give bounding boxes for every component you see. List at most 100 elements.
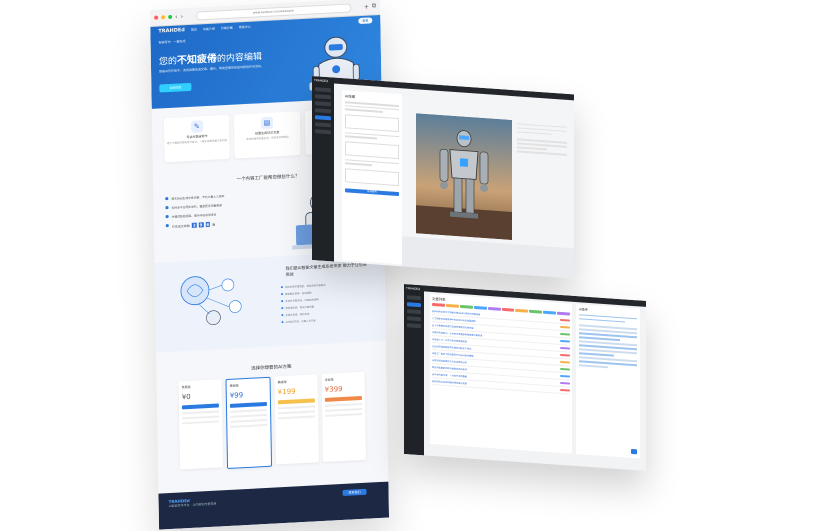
hero-title-pre: 您的 — [158, 56, 178, 68]
status-badge — [560, 346, 570, 350]
style-select[interactable] — [345, 140, 399, 159]
editor-bottom-area — [402, 236, 574, 279]
plan-price: ¥99 — [229, 391, 244, 400]
sidebar-item[interactable] — [407, 309, 421, 315]
article-list-window: TRAHDEd 文章列表 如何利用AI写作工具提升网站SEO排名的完整指南 人工智… — [404, 284, 646, 471]
category-tag[interactable] — [487, 306, 501, 311]
list-item: API接口开放，方便二次开发 — [282, 315, 372, 324]
category-tag[interactable] — [432, 302, 445, 307]
nav-item-help[interactable]: 帮助中心 — [239, 25, 251, 30]
plan-card[interactable]: 基础版 ¥99 — [225, 376, 273, 470]
send-button[interactable] — [631, 448, 637, 455]
brain-network-illustration — [180, 276, 242, 326]
nav-item-features[interactable]: 功能介绍 — [203, 27, 215, 32]
category-tag[interactable] — [459, 304, 473, 309]
forward-icon[interactable]: › — [180, 13, 183, 20]
section3: 我们是AI智能文章生成系统专家 致力于让您更高效 支持多种文章类型，满足各类内容… — [154, 250, 386, 353]
login-button[interactable]: 登录 — [358, 17, 373, 25]
sidebar-item[interactable] — [315, 94, 331, 100]
plan-select-button[interactable] — [181, 403, 219, 410]
article-table: 如何利用AI写作工具提升网站SEO排名的完整指南 人工智能在内容营销中的应用与未来… — [432, 307, 570, 395]
category-tag[interactable] — [543, 310, 557, 315]
sidebar-item[interactable] — [315, 122, 331, 128]
list-item: 每天自动生成文章内容，节约大量人力成本 — [165, 191, 275, 201]
site-logo[interactable]: TRAHDEd — [158, 27, 185, 34]
plan-select-button[interactable] — [229, 401, 267, 408]
maximize-dot[interactable] — [168, 14, 173, 20]
plan-select-button[interactable] — [277, 398, 315, 405]
category-tag[interactable] — [445, 303, 459, 308]
sidebar-item[interactable] — [315, 129, 331, 135]
size-select[interactable] — [345, 167, 399, 186]
app-sidebar: TRAHDEd — [404, 284, 424, 456]
plan-card[interactable]: 免费版 ¥0 — [178, 379, 224, 470]
close-dot[interactable] — [154, 15, 159, 20]
sidebar-item[interactable] — [407, 316, 421, 322]
status-badge — [560, 325, 570, 329]
status-badge — [560, 381, 570, 385]
status-badge — [560, 339, 570, 343]
prompt-input[interactable] — [345, 113, 399, 132]
counter-digit: 9 — [198, 222, 204, 228]
counter-unit: 篇 — [212, 222, 216, 227]
feature-card[interactable]: ✎ 专业AI智能写作 基于大模型的智能写作能力，一键生成高质量文章内容 — [163, 114, 230, 163]
image-generator-window: TRAHDEd AI绘图 生成图片 — [312, 76, 574, 279]
status-badge — [560, 332, 570, 336]
hero-cta-button[interactable]: 立即体验 — [159, 82, 192, 93]
panel-title: AI绘图 — [345, 94, 356, 100]
tabs-icon[interactable]: ⧉ — [372, 2, 376, 10]
plan-price: ¥399 — [324, 384, 343, 394]
new-tab-icon[interactable]: + — [364, 3, 369, 10]
sidebar-item[interactable] — [407, 295, 421, 301]
ai-chat-panel: AI助手 — [576, 304, 640, 459]
sidebar-item[interactable] — [407, 323, 421, 329]
app-brand: TRAHDEd — [406, 286, 421, 292]
status-badge — [560, 360, 570, 364]
list-item: 关键词智能拓展，提升网站收录排名 — [166, 209, 276, 219]
plan-price: ¥0 — [181, 392, 191, 402]
app-sidebar: TRAHDEd — [312, 76, 334, 262]
generated-robot-image[interactable] — [416, 113, 512, 240]
nav-item-pricing[interactable]: 价格方案 — [221, 26, 233, 31]
category-tag[interactable] — [473, 305, 487, 310]
status-badge — [560, 388, 570, 392]
showcase-scene: ‹ › www.baiduzz.com/example + ⧉ TRAHDEd … — [0, 0, 829, 531]
hero-title-post: 的内容编辑 — [216, 52, 263, 65]
nav-item-home[interactable]: 首页 — [191, 28, 197, 32]
back-icon[interactable]: ‹ — [175, 13, 178, 20]
plan-card[interactable]: 高级版 ¥199 — [274, 374, 320, 465]
plan-select-button[interactable] — [324, 395, 362, 402]
sidebar-item-active[interactable] — [315, 115, 331, 121]
section3-title: 我们是AI智能文章生成系统专家 致力于让您更高效 — [285, 261, 367, 277]
category-tag[interactable] — [515, 308, 529, 313]
status-badge — [560, 318, 570, 322]
status-badge — [560, 374, 570, 378]
plan-name: 企业版 — [324, 377, 334, 382]
feature-card[interactable]: ▤ 批量生成SEO文章 支持关键词批量生成，自动发布到网站 — [234, 111, 301, 159]
category-tag[interactable] — [557, 311, 571, 316]
sidebar-item[interactable] — [315, 101, 331, 107]
list-item: 支持多平台同步发布，覆盖更多流量渠道 — [165, 200, 275, 210]
feature-desc: 基于大模型的智能写作能力，一键生成高质量文章内容 — [166, 138, 228, 146]
doc-icon: ▤ — [260, 116, 274, 130]
plan-name: 免费版 — [181, 384, 191, 390]
footer-contact-button[interactable]: 联系我们 — [342, 488, 367, 496]
article-counter: 已生成文章数 3 9 6 篇 — [166, 218, 276, 229]
app-brand: TRAHDEd — [314, 78, 329, 84]
site-footer: TRAHDEd AI智能写作平台 · 让内容创作更简单 联系我们 — [158, 481, 390, 530]
plan-card[interactable]: 企业版 ¥399 — [321, 371, 367, 463]
sidebar-item-active[interactable] — [407, 302, 421, 308]
plan-name: 高级版 — [277, 379, 287, 385]
pricing-plans: 免费版 ¥0 基础版 ¥99 高级版 ¥199 企业版 ¥399 — [157, 371, 389, 473]
sidebar-item[interactable] — [315, 87, 331, 93]
status-badge — [560, 367, 570, 371]
category-tag[interactable] — [529, 309, 543, 314]
section2-list: 每天自动生成文章内容，节约大量人力成本 支持多平台同步发布，覆盖更多流量渠道 关… — [165, 186, 276, 262]
category-tag[interactable] — [501, 307, 515, 312]
plan-name: 基础版 — [229, 383, 239, 388]
minimize-dot[interactable] — [161, 15, 166, 20]
hero-title-bold: 不知疲倦 — [176, 53, 218, 67]
pen-icon: ✎ — [190, 120, 203, 133]
sidebar-item[interactable] — [315, 108, 331, 114]
generate-button[interactable]: 生成图片 — [345, 187, 399, 196]
